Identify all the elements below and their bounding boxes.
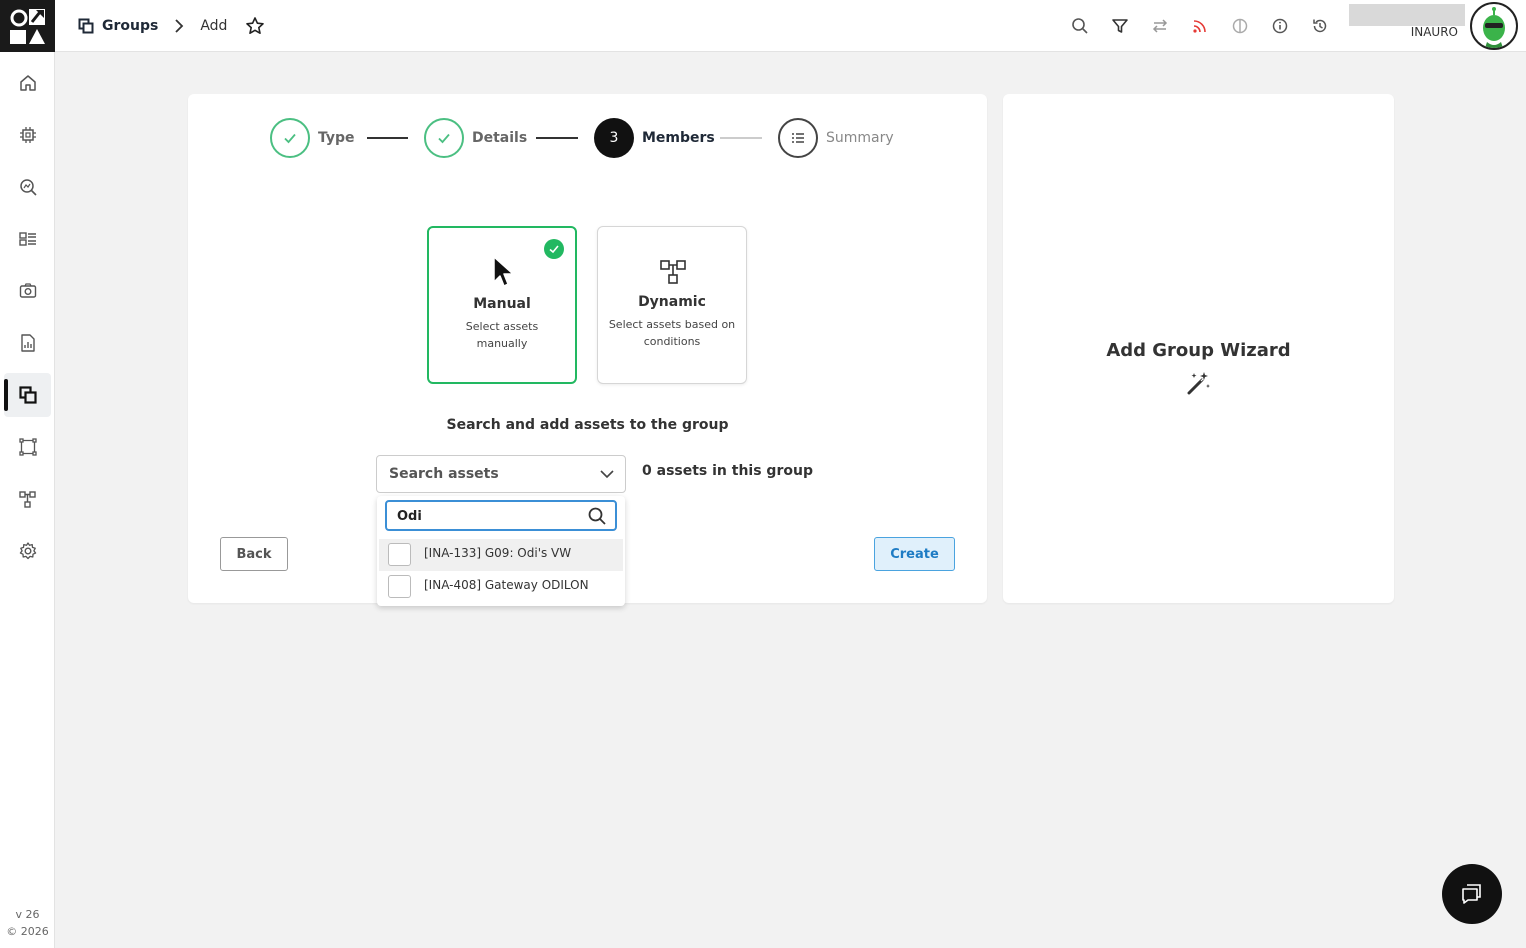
breadcrumb-groups[interactable]: Groups [102,18,158,34]
mouse-cursor-icon [493,256,514,287]
option-manual-title: Manual [473,296,531,312]
step-details-label: Details [472,130,528,146]
step-members-label: Members [642,130,715,146]
sidebar-item-media[interactable] [4,269,51,313]
version-label: v 26 [15,908,40,921]
contrast-icon [1232,18,1248,34]
info-button[interactable] [1268,14,1292,38]
top-toolbar [1068,14,1332,38]
chevron-right-icon [175,19,184,33]
chip-icon [19,127,36,143]
check-icon [549,245,559,254]
dashboard-icon [18,232,36,246]
option-manual[interactable]: Manual Select assets manually [427,226,577,384]
sidebar-item-devices[interactable] [4,113,51,157]
avatar-icon [1483,7,1505,48]
asset-option-label: [INA-408] Gateway ODILON [424,578,589,592]
members-heading: Search and add assets to the group [446,417,729,433]
back-button[interactable]: Back [220,537,288,571]
frame-icon [18,438,37,456]
user-name: INAURO [1410,25,1458,39]
top-bar: Groups Add INAURO [0,0,1526,52]
history-button[interactable] [1308,14,1332,38]
camera-icon [19,283,36,298]
settings-icon [19,542,36,560]
info-icon [1272,18,1288,34]
sidebar-item-dashboards[interactable] [4,217,51,261]
user-info-redacted [1349,4,1465,26]
option-manual-desc: Select assets manually [465,320,539,350]
swap-icon [1152,19,1168,33]
sidebar-item-settings[interactable] [4,529,51,573]
filter-button[interactable] [1108,14,1132,38]
sidebar-item-explore[interactable] [4,165,51,209]
step-details-circle[interactable] [424,118,464,158]
asset-option-checkbox[interactable] [388,575,411,598]
home-icon [19,75,36,91]
step-type-circle[interactable] [270,118,310,158]
search-button[interactable] [1068,14,1092,38]
asset-filter-field[interactable] [385,500,617,531]
groups-icon [78,18,94,34]
rss-icon [1193,20,1206,33]
step-connector [367,137,408,139]
chat-icon [1462,884,1481,904]
sidebar-item-zones[interactable] [4,425,51,469]
app-logo[interactable] [0,0,55,52]
check-icon [438,133,450,144]
sidebar-item-hierarchy[interactable] [4,477,51,521]
theme-button[interactable] [1228,14,1252,38]
sidebar [0,52,55,948]
history-icon [1313,19,1327,33]
selected-badge [544,239,564,259]
asset-option-checkbox[interactable] [388,543,411,566]
check-icon [284,133,296,144]
step-summary-label: Summary [826,130,894,146]
step-type-label: Type [318,130,355,146]
feed-button[interactable] [1188,14,1212,38]
sidebar-item-groups[interactable] [4,373,51,417]
filter-icon [1112,19,1128,33]
step-summary-circle[interactable] [778,118,818,158]
breadcrumb-current: Add [200,18,228,34]
wizard-title: Add Group Wizard [1106,340,1291,361]
search-analytics-icon [19,179,37,196]
step-connector [536,137,578,139]
option-dynamic-desc: Select assets based on conditions [608,318,736,348]
sidebar-item-home[interactable] [4,61,51,105]
chevron-down-icon [600,470,614,479]
report-icon [20,334,35,352]
asset-search-select[interactable]: Search assets [376,455,626,493]
asset-option[interactable]: [INA-133] G09: Odi's VW [379,539,623,571]
star-icon[interactable] [245,16,265,36]
logo-icon [10,9,45,44]
hierarchy-icon [18,491,36,508]
asset-option-label: [INA-133] G09: Odi's VW [424,546,572,560]
avatar[interactable] [1470,2,1518,50]
search-icon [588,507,606,525]
option-dynamic[interactable]: Dynamic Select assets based on condition… [597,226,747,384]
hierarchy-icon [660,260,686,284]
list-icon [792,133,804,143]
groups-icon [18,386,37,404]
magic-wand-icon [1187,372,1210,395]
breadcrumb: Groups Add [78,14,265,38]
switch-button[interactable] [1148,14,1172,38]
asset-search-dropdown: [INA-133] G09: Odi's VW [INA-408] Gatewa… [377,496,625,606]
copyright-label: © 2026 [6,925,49,938]
step-connector [720,137,762,139]
create-button[interactable]: Create [874,537,955,571]
search-icon [1072,18,1088,34]
version-info: v 26 © 2026 [0,906,55,940]
asset-count: 0 assets in this group [642,463,813,479]
chat-button[interactable] [1442,864,1502,924]
asset-search-placeholder: Search assets [389,466,499,482]
asset-option[interactable]: [INA-408] Gateway ODILON [379,571,623,603]
sidebar-item-reports[interactable] [4,321,51,365]
option-dynamic-title: Dynamic [638,294,706,310]
wizard-info-card: Add Group Wizard [1003,94,1394,603]
step-members-circle[interactable]: 3 [594,118,634,158]
asset-filter-input[interactable] [397,506,582,526]
